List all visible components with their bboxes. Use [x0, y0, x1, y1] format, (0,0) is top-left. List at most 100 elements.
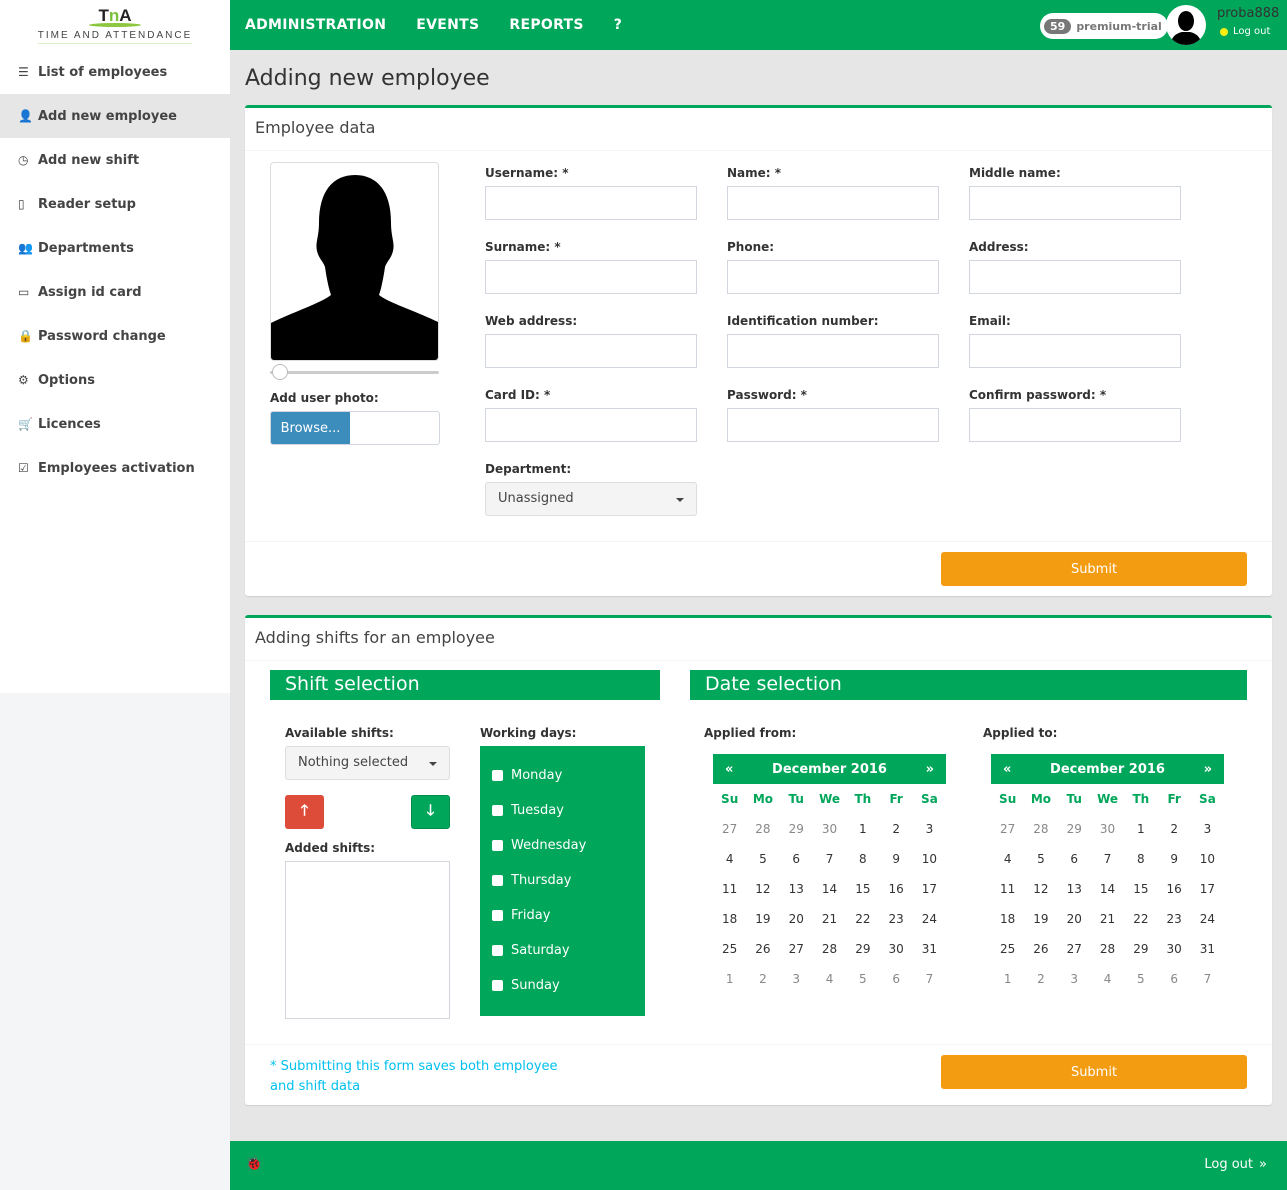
to-day-cell[interactable]: 5	[1124, 964, 1157, 994]
card-id-input[interactable]	[485, 408, 697, 442]
from-day-cell[interactable]: 29	[846, 934, 879, 964]
to-day-cell[interactable]: 3	[1058, 964, 1091, 994]
to-day-cell[interactable]: 5	[1024, 844, 1057, 874]
footer-logout-link[interactable]: Log out »	[1204, 1157, 1267, 1172]
to-day-cell[interactable]: 7	[1091, 844, 1124, 874]
to-day-cell[interactable]: 15	[1124, 874, 1157, 904]
checkbox[interactable]	[492, 840, 503, 851]
from-day-cell[interactable]: 27	[780, 934, 813, 964]
from-day-cell[interactable]: 22	[846, 904, 879, 934]
from-day-cell[interactable]: 29	[780, 814, 813, 844]
sidebar-item-password-change[interactable]: 🔒 Password change	[0, 314, 230, 358]
header-logout-link[interactable]: Log out	[1220, 26, 1270, 37]
to-day-cell[interactable]: 4	[991, 844, 1024, 874]
from-day-cell[interactable]: 18	[713, 904, 746, 934]
from-day-cell[interactable]: 30	[879, 934, 912, 964]
name-input[interactable]	[727, 186, 939, 220]
sidebar-item-assign-id-card[interactable]: ▭ Assign id card	[0, 270, 230, 314]
to-day-cell[interactable]: 28	[1024, 814, 1057, 844]
checkbox[interactable]	[492, 875, 503, 886]
to-day-cell[interactable]: 14	[1091, 874, 1124, 904]
day-checkbox-sunday[interactable]: Sunday	[492, 978, 560, 993]
to-day-cell[interactable]: 6	[1157, 964, 1190, 994]
added-shifts-list[interactable]	[285, 861, 450, 1019]
from-day-cell[interactable]: 16	[879, 874, 912, 904]
from-day-cell[interactable]: 6	[879, 964, 912, 994]
checkbox[interactable]	[492, 770, 503, 781]
to-day-cell[interactable]: 20	[1058, 904, 1091, 934]
from-day-cell[interactable]: 20	[780, 904, 813, 934]
day-checkbox-friday[interactable]: Friday	[492, 908, 550, 923]
to-day-cell[interactable]: 30	[1091, 814, 1124, 844]
to-day-cell[interactable]: 25	[991, 934, 1024, 964]
from-day-cell[interactable]: 2	[746, 964, 779, 994]
shifts-submit-button[interactable]: Submit	[941, 1055, 1247, 1089]
from-day-cell[interactable]: 10	[913, 844, 946, 874]
to-day-cell[interactable]: 29	[1124, 934, 1157, 964]
day-checkbox-saturday[interactable]: Saturday	[492, 943, 570, 958]
to-day-cell[interactable]: 18	[991, 904, 1024, 934]
from-day-cell[interactable]: 7	[813, 844, 846, 874]
to-day-cell[interactable]: 2	[1024, 964, 1057, 994]
from-day-cell[interactable]: 31	[913, 934, 946, 964]
web-address-input[interactable]	[485, 334, 697, 368]
from-day-cell[interactable]: 2	[879, 814, 912, 844]
to-day-cell[interactable]: 4	[1091, 964, 1124, 994]
add-shift-button[interactable]: 🡓	[411, 795, 450, 829]
from-day-cell[interactable]: 3	[913, 814, 946, 844]
from-day-cell[interactable]: 11	[713, 874, 746, 904]
day-checkbox-thursday[interactable]: Thursday	[492, 873, 571, 888]
nav-reports[interactable]: REPORTS	[509, 17, 583, 33]
address-input[interactable]	[969, 260, 1181, 294]
password-input[interactable]	[727, 408, 939, 442]
from-day-cell[interactable]: 24	[913, 904, 946, 934]
to-day-cell[interactable]: 31	[1191, 934, 1224, 964]
employee-submit-button[interactable]: Submit	[941, 552, 1247, 586]
sidebar-item-list-of-employees[interactable]: ☰ List of employees	[0, 50, 230, 94]
next-month-button[interactable]: »	[1204, 762, 1212, 777]
from-day-cell[interactable]: 27	[713, 814, 746, 844]
from-day-cell[interactable]: 25	[713, 934, 746, 964]
to-day-cell[interactable]: 27	[1058, 934, 1091, 964]
day-checkbox-wednesday[interactable]: Wednesday	[492, 838, 586, 853]
bug-report-icon[interactable]: 🐞	[245, 1156, 262, 1172]
checkbox[interactable]	[492, 910, 503, 921]
to-day-cell[interactable]: 16	[1157, 874, 1190, 904]
from-day-cell[interactable]: 30	[813, 814, 846, 844]
from-day-cell[interactable]: 28	[746, 814, 779, 844]
sidebar-item-employees-activation[interactable]: ☑ Employees activation	[0, 446, 230, 490]
from-day-cell[interactable]: 8	[846, 844, 879, 874]
photo-file-input[interactable]: Browse...	[270, 411, 440, 445]
to-day-cell[interactable]: 27	[991, 814, 1024, 844]
photo-zoom-handle[interactable]	[272, 364, 288, 380]
sidebar-item-add-new-shift[interactable]: ◷ Add new shift	[0, 138, 230, 182]
to-day-cell[interactable]: 23	[1157, 904, 1190, 934]
calendar-month-title[interactable]: December 2016	[1050, 762, 1165, 777]
nav-help-icon[interactable]: ?	[614, 17, 622, 33]
remove-shift-button[interactable]: 🡑	[285, 795, 324, 829]
calendar-month-title[interactable]: December 2016	[772, 762, 887, 777]
to-day-cell[interactable]: 2	[1157, 814, 1190, 844]
from-day-cell[interactable]: 7	[913, 964, 946, 994]
to-day-cell[interactable]: 10	[1191, 844, 1224, 874]
username-input[interactable]	[485, 186, 697, 220]
from-day-cell[interactable]: 23	[879, 904, 912, 934]
from-day-cell[interactable]: 17	[913, 874, 946, 904]
email-input[interactable]	[969, 334, 1181, 368]
sidebar-item-add-new-employee[interactable]: 👤 Add new employee	[0, 94, 230, 138]
sidebar-item-reader-setup[interactable]: ▯ Reader setup	[0, 182, 230, 226]
nav-events[interactable]: EVENTS	[416, 17, 479, 33]
to-day-cell[interactable]: 12	[1024, 874, 1057, 904]
to-day-cell[interactable]: 6	[1058, 844, 1091, 874]
from-day-cell[interactable]: 19	[746, 904, 779, 934]
checkbox[interactable]	[492, 945, 503, 956]
from-day-cell[interactable]: 5	[846, 964, 879, 994]
to-day-cell[interactable]: 8	[1124, 844, 1157, 874]
sidebar-item-options[interactable]: ⚙ Options	[0, 358, 230, 402]
from-day-cell[interactable]: 5	[746, 844, 779, 874]
to-day-cell[interactable]: 26	[1024, 934, 1057, 964]
logo[interactable]: TnA TIME AND ATTENDANCE	[0, 0, 230, 50]
to-day-cell[interactable]: 19	[1024, 904, 1057, 934]
to-day-cell[interactable]: 1	[991, 964, 1024, 994]
from-day-cell[interactable]: 6	[780, 844, 813, 874]
